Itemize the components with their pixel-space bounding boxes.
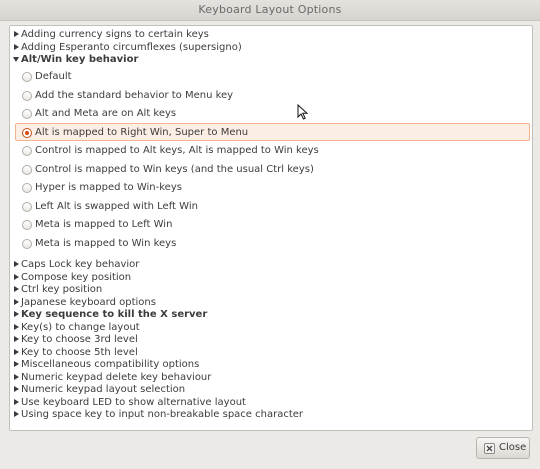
group-label: Key to choose 5th level <box>21 346 138 358</box>
radio-label: Hyper is mapped to Win-keys <box>35 182 182 193</box>
expander-right-icon[interactable] <box>14 273 19 280</box>
radio-label: Meta is mapped to Left Win <box>35 219 173 230</box>
group-label: Use keyboard LED to show alternative lay… <box>21 396 246 408</box>
radio-option-left-alt-swap[interactable]: Left Alt is swapped with Left Win <box>16 198 528 216</box>
group-label: Numeric keypad layout selection <box>21 384 186 395</box>
group-label: Alt/Win key behavior <box>21 54 139 65</box>
group-label: Miscellaneous compatibility options <box>21 359 200 370</box>
radio-option-alt-meta[interactable]: Alt and Meta are on Alt keys <box>16 105 528 123</box>
group-label: Key(s) to change layout <box>21 321 140 333</box>
group-label: Using space key to input non-breakable s… <box>21 409 304 420</box>
radio-option-meta-left-win[interactable]: Meta is mapped to Left Win <box>16 216 528 234</box>
expander-right-icon[interactable] <box>14 298 19 305</box>
expander-right-icon[interactable] <box>14 31 19 37</box>
close-icon <box>484 443 495 454</box>
radio-option-control-win[interactable]: Control is mapped to Win keys (and the u… <box>16 161 528 179</box>
expander-right-icon[interactable] <box>14 411 19 417</box>
group-label: Key to choose 3rd level <box>21 334 138 345</box>
group-label: Numeric keypad delete key behaviour <box>21 371 212 383</box>
radio-label: Control is mapped to Alt keys, Alt is ma… <box>35 145 319 156</box>
radio-button-icon[interactable] <box>22 109 32 119</box>
radio-button-icon[interactable] <box>22 164 32 175</box>
group-label: Caps Lock key behavior <box>21 259 140 270</box>
expander-right-icon[interactable] <box>14 43 19 50</box>
group-label: Adding Esperanto circumflexes (supersign… <box>21 41 242 53</box>
close-button-label: Close <box>499 442 527 453</box>
expander-right-icon[interactable] <box>14 336 19 342</box>
expander-right-icon[interactable] <box>14 398 19 405</box>
radio-option-hyper[interactable]: Hyper is mapped to Win-keys <box>16 179 528 197</box>
expander-right-icon[interactable] <box>14 261 19 267</box>
radio-label: Left Alt is swapped with Left Win <box>35 200 198 212</box>
titlebar[interactable]: Keyboard Layout Options <box>0 0 540 21</box>
options-tree[interactable]: Adding currency signs to certain keys Ad… <box>9 25 533 431</box>
radio-button-icon[interactable] <box>22 90 32 101</box>
expander-right-icon[interactable] <box>14 323 19 330</box>
group-label: Adding currency signs to certain keys <box>21 29 209 40</box>
close-button[interactable]: Close <box>476 437 530 459</box>
radio-label: Control is mapped to Win keys (and the u… <box>35 163 314 175</box>
radio-option-alt-right-win[interactable]: Alt is mapped to Right Win, Super to Men… <box>15 123 530 141</box>
expander-right-icon[interactable] <box>14 348 19 355</box>
radio-label: Alt and Meta are on Alt keys <box>35 108 177 119</box>
mouse-pointer-icon <box>297 104 309 120</box>
radio-label: Default <box>35 71 72 82</box>
expander-right-icon[interactable] <box>14 373 19 380</box>
radio-option-menu-key[interactable]: Add the standard behavior to Menu key <box>16 87 528 105</box>
radio-button-icon[interactable] <box>22 183 32 193</box>
radio-label: Alt is mapped to Right Win, Super to Men… <box>35 127 249 138</box>
expander-right-icon[interactable] <box>14 311 19 317</box>
expander-right-icon[interactable] <box>14 386 19 392</box>
expander-down-icon[interactable] <box>13 57 19 62</box>
radio-button-selected-icon[interactable] <box>22 128 32 138</box>
group-label: Japanese keyboard options <box>21 296 156 308</box>
radio-button-icon[interactable] <box>22 72 32 82</box>
group-label: Key sequence to kill the X server <box>21 309 208 320</box>
radio-button-icon[interactable] <box>22 220 32 230</box>
radio-button-icon[interactable] <box>22 201 32 212</box>
group-label: Ctrl key position <box>21 284 103 295</box>
window-title: Keyboard Layout Options <box>198 3 342 16</box>
radio-option-default[interactable]: Default <box>16 68 528 86</box>
radio-option-control-alt[interactable]: Control is mapped to Alt keys, Alt is ma… <box>16 142 528 160</box>
radio-label: Add the standard behavior to Menu key <box>35 89 234 101</box>
radio-button-icon[interactable] <box>22 238 32 249</box>
group-label: Compose key position <box>21 271 132 283</box>
keyboard-layout-options-window: Keyboard Layout Options Adding currency … <box>0 0 540 469</box>
radio-button-icon[interactable] <box>22 146 32 156</box>
radio-option-meta-win[interactable]: Meta is mapped to Win keys <box>16 235 528 253</box>
radio-label: Meta is mapped to Win keys <box>35 237 177 249</box>
expander-right-icon[interactable] <box>14 286 19 292</box>
expander-right-icon[interactable] <box>14 361 19 367</box>
